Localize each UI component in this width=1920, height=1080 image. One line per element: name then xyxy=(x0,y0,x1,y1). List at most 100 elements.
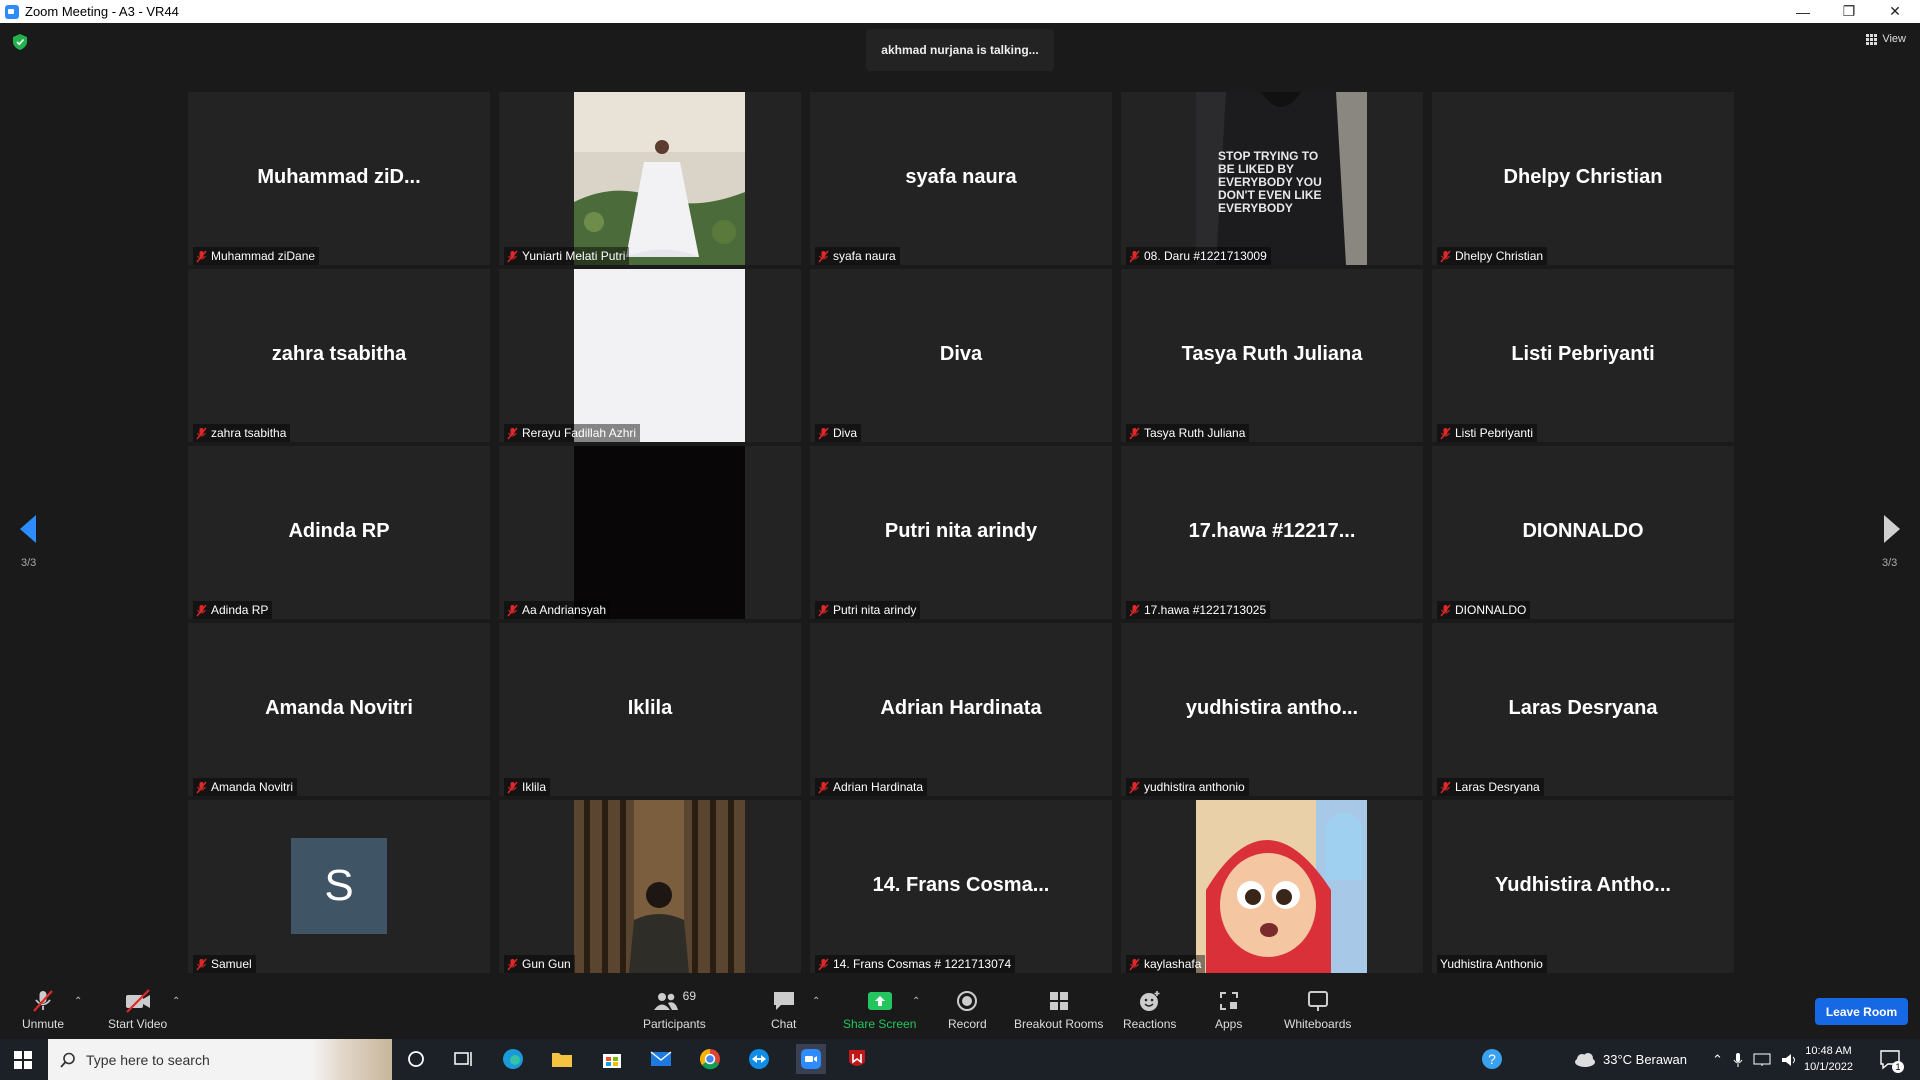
participant-name-tag: zahra tsabitha xyxy=(193,424,291,442)
mcafee-icon[interactable] xyxy=(845,1047,869,1071)
participant-tile[interactable]: 14. Frans Cosma... 14. Frans Cosmas # 12… xyxy=(810,800,1112,973)
participant-video-photo xyxy=(574,92,745,265)
share-screen-button[interactable]: Share Screen xyxy=(843,989,916,1031)
microphone-icon[interactable] xyxy=(1733,1052,1743,1068)
participant-name-tag: Laras Desryana xyxy=(1437,778,1544,796)
minimize-button[interactable]: — xyxy=(1780,0,1826,23)
apps-button[interactable]: Apps xyxy=(1215,989,1242,1031)
mic-muted-icon xyxy=(507,427,518,439)
participant-tile[interactable]: kaylashafa xyxy=(1121,800,1423,973)
system-clock[interactable]: 10:48 AM 10/1/2022 xyxy=(1804,1043,1853,1075)
start-video-button[interactable]: Start Video xyxy=(108,989,167,1031)
participant-name: Rerayu Fadillah Azhri xyxy=(522,426,637,440)
weather-widget[interactable]: 33°C Berawan xyxy=(1573,1039,1687,1080)
participant-tile[interactable]: Putri nita arindy Putri nita arindy xyxy=(810,446,1112,619)
search-highlight-art xyxy=(312,1039,392,1080)
participant-name-tag: Yuniarti Melati Putri xyxy=(504,247,630,265)
security-shield-icon[interactable] xyxy=(13,34,27,50)
participant-display-name: 17.hawa #12217... xyxy=(1188,520,1356,542)
participant-name: 14. Frans Cosmas # 1221713074 xyxy=(833,957,1012,971)
record-button[interactable]: Record xyxy=(948,989,987,1031)
view-button[interactable]: View xyxy=(1866,33,1906,45)
leave-room-button[interactable]: Leave Room xyxy=(1815,998,1908,1025)
next-page-icon[interactable] xyxy=(1884,515,1900,543)
mic-muted-icon xyxy=(196,427,207,439)
participant-name: Amanda Novitri xyxy=(211,780,294,794)
mic-muted-icon xyxy=(818,604,829,616)
participant-tile[interactable]: Iklila Iklila xyxy=(499,623,801,796)
start-button[interactable] xyxy=(0,1039,46,1080)
start-video-label: Start Video xyxy=(108,1017,168,1031)
participant-tile[interactable]: S Samuel xyxy=(188,800,490,973)
participant-name: Aa Andriansyah xyxy=(522,603,607,617)
record-label: Record xyxy=(948,1017,987,1031)
participant-tile[interactable]: DIONNALDO DIONNALDO xyxy=(1432,446,1734,619)
reactions-button[interactable]: Reactions xyxy=(1123,989,1176,1031)
tray-expand-chevron-icon[interactable]: ⌃ xyxy=(1712,1052,1723,1068)
participant-tile[interactable]: Gun Gun xyxy=(499,800,801,973)
reactions-label: Reactions xyxy=(1123,1017,1177,1031)
participants-button[interactable]: 69 Participants xyxy=(643,989,706,1031)
participant-tile[interactable]: Diva Diva xyxy=(810,269,1112,442)
volume-icon[interactable] xyxy=(1781,1053,1799,1067)
previous-page-icon[interactable] xyxy=(20,515,36,543)
file-explorer-icon[interactable] xyxy=(550,1047,574,1071)
unmute-button[interactable]: Unmute xyxy=(22,989,64,1031)
close-button[interactable]: ✕ xyxy=(1872,0,1918,23)
participant-tile[interactable]: Laras Desryana Laras Desryana xyxy=(1432,623,1734,796)
participant-tile[interactable]: syafa naura syafa naura xyxy=(810,92,1112,265)
teamviewer-icon[interactable] xyxy=(747,1047,771,1071)
participant-tile[interactable]: Yuniarti Melati Putri xyxy=(499,92,801,265)
microsoft-store-icon[interactable] xyxy=(600,1047,624,1071)
participant-tile[interactable]: Listi Pebriyanti Listi Pebriyanti xyxy=(1432,269,1734,442)
participant-tile[interactable]: STOP TRYING TO BE LIKED BY EVERYBODY YOU… xyxy=(1121,92,1423,265)
participant-tile[interactable]: Rerayu Fadillah Azhri xyxy=(499,269,801,442)
share-options-chevron-icon[interactable]: ⌃ xyxy=(912,996,920,1007)
mic-muted-icon xyxy=(196,604,207,616)
participant-tile[interactable]: yudhistira antho... yudhistira anthonio xyxy=(1121,623,1423,796)
record-icon xyxy=(957,991,978,1011)
participant-avatar: S xyxy=(291,838,387,934)
svg-text:?: ? xyxy=(1488,1051,1496,1067)
participant-video-blank xyxy=(574,269,745,442)
cortana-icon[interactable] xyxy=(404,1047,428,1071)
breakout-rooms-button[interactable]: Breakout Rooms xyxy=(1014,989,1103,1031)
network-icon[interactable] xyxy=(1753,1053,1771,1067)
participant-display-name: Adinda RP xyxy=(288,520,390,542)
participant-tile[interactable]: 17.hawa #12217... 17.hawa #1221713025 xyxy=(1121,446,1423,619)
apps-icon xyxy=(1219,992,1238,1010)
participant-tile[interactable]: Adinda RP Adinda RP xyxy=(188,446,490,619)
zoom-logo-icon xyxy=(5,4,19,19)
participant-tile[interactable]: Tasya Ruth Juliana Tasya Ruth Juliana xyxy=(1121,269,1423,442)
chrome-icon[interactable] xyxy=(698,1047,722,1071)
restore-button[interactable]: ❐ xyxy=(1826,0,1872,23)
participant-name: Listi Pebriyanti xyxy=(1455,426,1534,440)
participant-name-tag: Aa Andriansyah xyxy=(504,601,611,619)
mic-muted-icon xyxy=(1440,781,1451,793)
audio-options-chevron-icon[interactable]: ⌃ xyxy=(74,996,82,1007)
chat-button[interactable]: Chat xyxy=(771,989,796,1031)
zoom-app-icon[interactable] xyxy=(796,1044,826,1074)
participant-name: Adinda RP xyxy=(211,603,269,617)
participant-name: zahra tsabitha xyxy=(211,426,287,440)
task-view-icon[interactable] xyxy=(452,1047,476,1071)
mic-muted-icon xyxy=(1129,781,1140,793)
video-options-chevron-icon[interactable]: ⌃ xyxy=(172,996,180,1007)
participant-display-name: Listi Pebriyanti xyxy=(1511,343,1655,365)
mail-icon[interactable] xyxy=(649,1047,673,1071)
participant-tile[interactable]: Yudhistira Antho... Yudhistira Anthonio xyxy=(1432,800,1734,973)
edge-browser-icon[interactable] xyxy=(501,1047,525,1071)
taskbar-search-box[interactable]: Type here to search xyxy=(48,1039,392,1080)
participant-tile[interactable]: Amanda Novitri Amanda Novitri xyxy=(188,623,490,796)
notification-center-icon[interactable]: 1 xyxy=(1878,1047,1904,1073)
chat-icon xyxy=(773,992,794,1010)
participant-tile[interactable]: zahra tsabitha zahra tsabitha xyxy=(188,269,490,442)
whiteboards-button[interactable]: Whiteboards xyxy=(1284,989,1351,1031)
participant-name-tag: Iklila xyxy=(504,778,551,796)
participant-tile[interactable]: Dhelpy Christian Dhelpy Christian xyxy=(1432,92,1734,265)
participant-tile[interactable]: Adrian Hardinata Adrian Hardinata xyxy=(810,623,1112,796)
chat-options-chevron-icon[interactable]: ⌃ xyxy=(812,996,820,1007)
help-icon[interactable]: ? xyxy=(1480,1047,1504,1071)
participant-tile[interactable]: Muhammad ziD... Muhammad ziDane xyxy=(188,92,490,265)
participant-tile[interactable]: Aa Andriansyah xyxy=(499,446,801,619)
